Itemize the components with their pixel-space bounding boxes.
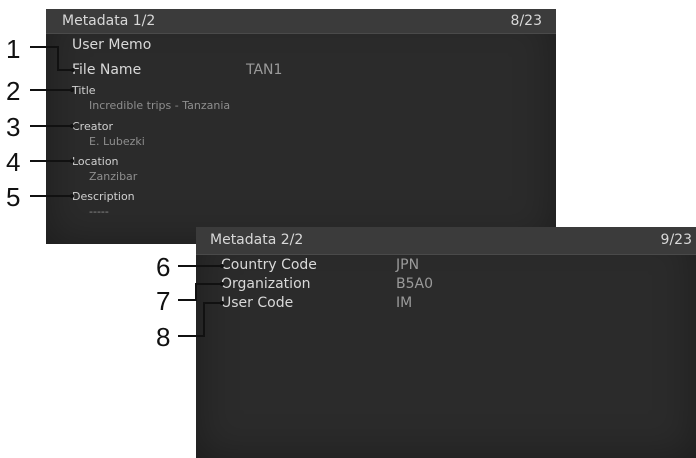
- callout-number-7: 7: [156, 286, 171, 316]
- callout-number-4: 4: [6, 147, 21, 177]
- callout-number-3: 3: [6, 112, 21, 142]
- user-code-label: User Code: [221, 295, 294, 311]
- metadata-screen-2: Metadata 2/2 9/23 Country Code JPN Organ…: [196, 227, 696, 458]
- creator-value: E. Lubezki: [89, 135, 145, 148]
- callout-number-1: 1: [6, 34, 21, 64]
- screen-title: Metadata 1/2: [62, 13, 156, 29]
- title-label: Title: [72, 84, 96, 97]
- description-value: -----: [89, 205, 109, 218]
- user-code-value: IM: [396, 295, 413, 311]
- file-name-label: File Name: [72, 62, 142, 78]
- screen-header: Metadata 1/2 8/23: [46, 9, 556, 34]
- organization-value: B5A0: [396, 276, 433, 292]
- country-code-label: Country Code: [221, 257, 317, 273]
- location-label: Location: [72, 155, 119, 168]
- callout-number-6: 6: [156, 252, 171, 282]
- file-name-value: TAN1: [246, 62, 283, 78]
- metadata-screen-1: Metadata 1/2 8/23 User Memo File Name TA…: [46, 9, 556, 244]
- callout-number-8: 8: [156, 322, 171, 352]
- country-code-value: JPN: [396, 257, 420, 273]
- clip-counter: 9/23: [660, 232, 692, 248]
- organization-label: Organization: [221, 276, 311, 292]
- callout-number-2: 2: [6, 76, 21, 106]
- creator-label: Creator: [72, 120, 114, 133]
- screen-header: Metadata 2/2 9/23: [196, 227, 696, 255]
- screen-title: Metadata 2/2: [210, 232, 304, 248]
- location-value: Zanzibar: [89, 170, 138, 183]
- user-memo-heading: User Memo: [72, 37, 152, 53]
- clip-counter: 8/23: [510, 13, 542, 29]
- title-value: Incredible trips - Tanzania: [89, 99, 231, 112]
- callout-number-5: 5: [6, 182, 21, 212]
- description-label: Description: [72, 190, 135, 203]
